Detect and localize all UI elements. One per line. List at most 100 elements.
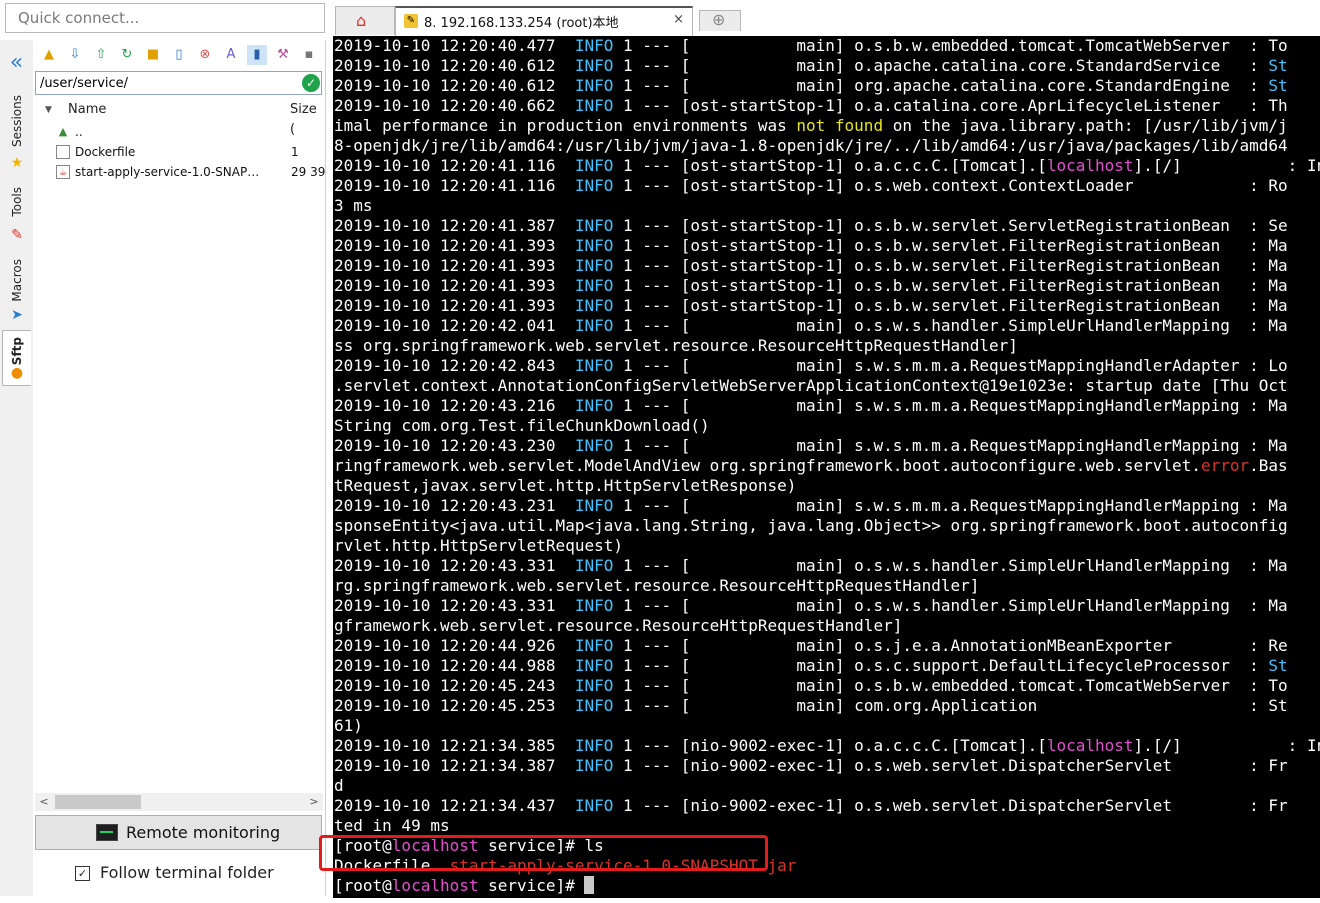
terminal-line: 2019-10-10 12:20:43.216 INFO 1 --- [ mai… <box>334 396 1288 415</box>
new-tab-button[interactable]: ⊕ <box>699 10 741 31</box>
jar-file-icon: ☕ <box>56 165 70 179</box>
terminal-line: sponseEntity<java.util.Map<java.lang.Str… <box>334 516 1288 535</box>
tab-macros-label: Macros <box>10 259 24 302</box>
terminal-line: 61) <box>334 716 363 735</box>
download-icon[interactable]: ⇩ <box>65 45 85 65</box>
terminal-line: ringframework.web.servlet.ModelAndView o… <box>334 456 1288 475</box>
terminal-line: 2019-10-10 12:20:40.612 INFO 1 --- [ mai… <box>334 56 1288 75</box>
plus-icon: ⊕ <box>712 10 726 29</box>
terminal-line: Dockerfile start-apply-service-1.0-SNAPS… <box>334 856 797 875</box>
refresh-icon[interactable]: ↻ <box>117 45 137 65</box>
terminal-line: gframework.web.servlet.resource.Resource… <box>334 616 903 635</box>
terminal-cursor <box>584 876 595 894</box>
terminal-line: 2019-10-10 12:20:44.926 INFO 1 --- [ mai… <box>334 636 1288 655</box>
ssh-key-icon: ✎ <box>404 14 418 28</box>
sftp-icon: ● <box>10 365 24 381</box>
remote-monitoring-label: Remote monitoring <box>126 823 281 842</box>
terminal-line: 2019-10-10 12:20:44.988 INFO 1 --- [ mai… <box>334 656 1288 675</box>
sftp-toolbar: ▲ ⇩ ⇧ ↻ ■ ▯ ⊗ A ▮ ⚒ ▪ <box>33 43 325 67</box>
paper-plane-icon: ➤ <box>11 307 23 323</box>
terminal-line: 2019-10-10 12:20:41.393 INFO 1 --- [ost-… <box>334 256 1288 275</box>
file-size: 1 <box>291 145 299 159</box>
sftp-path-input[interactable] <box>35 71 322 95</box>
remote-monitoring-button[interactable]: Remote monitoring <box>35 815 322 850</box>
column-header-size[interactable]: Size ( <box>290 100 325 137</box>
terminal-line: rg.springframework.web.servlet.resource.… <box>334 576 980 595</box>
terminal-line: 2019-10-10 12:20:45.253 INFO 1 --- [ mai… <box>334 696 1288 715</box>
path-confirm-icon[interactable]: ✓ <box>302 74 320 92</box>
terminal-line: 2019-10-10 12:20:43.231 INFO 1 --- [ mai… <box>334 496 1288 515</box>
terminal-line: 2019-10-10 12:20:40.662 INFO 1 --- [ost-… <box>334 96 1288 115</box>
terminal-line: 2019-10-10 12:20:40.477 INFO 1 --- [ mai… <box>334 36 1288 55</box>
file-size: 29 39 <box>291 165 326 179</box>
file-row[interactable]: Dockerfile 1 <box>53 142 325 162</box>
terminal-line: 2019-10-10 12:20:41.393 INFO 1 --- [ost-… <box>334 276 1288 295</box>
horizontal-scrollbar[interactable]: < > <box>35 793 323 811</box>
side-tab-strip: « Sessions ★ Tools ✎ Macros ➤ Sftp ● <box>0 40 34 896</box>
terminal-line: 2019-10-10 12:20:43.331 INFO 1 --- [ mai… <box>334 596 1288 615</box>
terminal-line: 2019-10-10 12:20:43.230 INFO 1 --- [ mai… <box>334 436 1288 455</box>
terminal-line: 2019-10-10 12:20:42.843 INFO 1 --- [ mai… <box>334 356 1288 375</box>
terminal-line: 2019-10-10 12:21:34.387 INFO 1 --- [nio-… <box>334 756 1288 775</box>
tab-sessions[interactable]: Sessions ★ <box>2 88 32 176</box>
file-row[interactable]: ☕ start-apply-service-1.0-SNAPSHO... 29 … <box>53 162 325 182</box>
sort-arrow-icon: ▼ <box>45 105 52 115</box>
home-icon: ⌂ <box>356 11 367 30</box>
more-options-icon[interactable]: ▪ <box>299 45 319 65</box>
collapse-sidebar-icon[interactable]: « <box>0 48 33 78</box>
sftp-file-list: ▼ Name Size ( ▲ .. Dockerfile 1 ☕ start-… <box>33 100 325 790</box>
scroll-left-icon[interactable]: < <box>35 793 53 811</box>
tab-session[interactable]: ✎ 8. 192.168.133.254 (root)本地 × <box>395 6 693 36</box>
rename-icon[interactable]: A <box>221 45 241 65</box>
terminal-line: 2019-10-10 12:20:41.116 INFO 1 --- [ost-… <box>334 176 1288 195</box>
file-row[interactable]: ▲ .. <box>53 122 325 142</box>
terminal-line: 2019-10-10 12:20:41.393 INFO 1 --- [ost-… <box>334 296 1288 315</box>
terminal-line: 2019-10-10 12:20:41.116 INFO 1 --- [ost-… <box>334 156 1320 175</box>
tab-sftp[interactable]: Sftp ● <box>2 330 31 386</box>
new-file-icon[interactable]: ▯ <box>169 45 189 65</box>
session-tab-bar: ⌂ ✎ 8. 192.168.133.254 (root)本地 × ⊕ <box>333 0 1320 36</box>
terminal-line: 2019-10-10 12:20:45.243 INFO 1 --- [ mai… <box>334 676 1288 695</box>
terminal-line: 2019-10-10 12:20:42.041 INFO 1 --- [ mai… <box>334 316 1288 335</box>
file-name: .. <box>75 125 83 139</box>
text-edit-icon[interactable]: ▮ <box>247 45 267 65</box>
terminal-line: rvlet.http.HttpServletRequest) <box>334 536 623 555</box>
file-name: Dockerfile <box>75 145 136 159</box>
column-header-name[interactable]: Name <box>68 100 106 120</box>
tab-tools[interactable]: Tools ✎ <box>2 180 32 248</box>
terminal-output[interactable]: 2019-10-10 12:20:40.477 INFO 1 --- [ mai… <box>333 36 1320 898</box>
tab-tools-label: Tools <box>10 187 24 217</box>
terminal-line: 2019-10-10 12:20:40.612 INFO 1 --- [ mai… <box>334 76 1288 95</box>
terminal-line: 2019-10-10 12:21:34.437 INFO 1 --- [nio-… <box>334 796 1288 815</box>
terminal-line: 8-openjdk/jre/lib/amd64:/usr/lib/jvm/jav… <box>334 136 1288 155</box>
tab-macros[interactable]: Macros ➤ <box>2 252 32 328</box>
scrollbar-thumb[interactable] <box>55 795 141 809</box>
delete-icon[interactable]: ⊗ <box>195 45 215 65</box>
terminal-line: .servlet.context.AnnotationConfigServlet… <box>334 376 1288 395</box>
tools-icon: ✎ <box>11 227 23 243</box>
terminal-line: 2019-10-10 12:20:41.387 INFO 1 --- [ost-… <box>334 216 1288 235</box>
terminal-line: d <box>334 776 344 795</box>
star-icon: ★ <box>10 155 24 171</box>
terminal-line: ted in 49 ms <box>334 816 450 835</box>
terminal-line: [root@localhost service]# <box>334 876 595 896</box>
tab-sessions-label: Sessions <box>10 95 24 148</box>
terminal-line: 3 ms <box>334 196 373 215</box>
terminal-line: imal performance in production environme… <box>334 116 1288 135</box>
tab-sftp-label: Sftp <box>10 337 24 366</box>
tab-session-label: 8. 192.168.133.254 (root)本地 <box>424 16 619 31</box>
tab-home[interactable]: ⌂ <box>335 6 395 35</box>
folder-up-icon: ▲ <box>58 125 68 138</box>
sftp-panel: ▲ ⇩ ⇧ ↻ ■ ▯ ⊗ A ▮ ⚒ ▪ ✓ ▼ Name Size ( ▲ … <box>33 40 326 896</box>
monitor-icon <box>96 824 118 841</box>
scroll-right-icon[interactable]: > <box>305 793 323 811</box>
checkmark-icon: ✓ <box>75 866 90 881</box>
close-tab-icon[interactable]: × <box>673 12 684 27</box>
quick-connect-input[interactable] <box>5 3 325 33</box>
terminal-line: String com.org.Test.fileChunkDownload() <box>334 416 710 435</box>
follow-terminal-folder-label: Follow terminal folder <box>100 863 274 882</box>
parent-folder-icon[interactable]: ▲ <box>39 45 59 65</box>
upload-icon[interactable]: ⇧ <box>91 45 111 65</box>
permissions-icon[interactable]: ⚒ <box>273 45 293 65</box>
new-folder-icon[interactable]: ■ <box>143 45 163 65</box>
